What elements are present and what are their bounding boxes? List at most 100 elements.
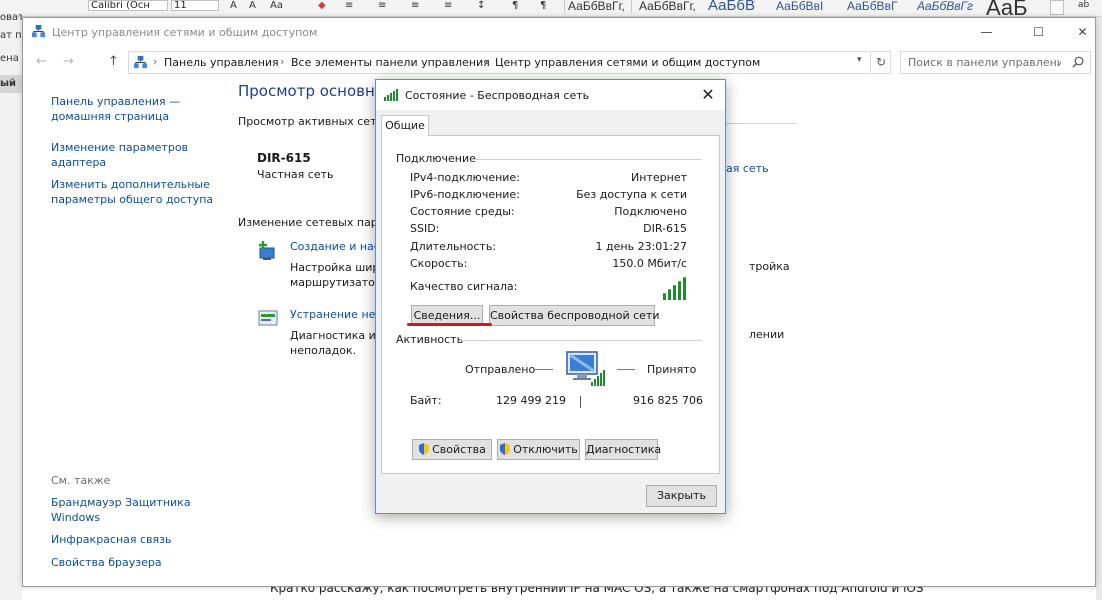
media-state-value: Подключено	[614, 205, 687, 218]
firewall-link[interactable]: Брандмауэр Защитника	[51, 495, 191, 510]
network-connection-link[interactable]: ая сеть	[726, 162, 769, 175]
wireless-properties-button[interactable]: Свойства беспроводной сети	[489, 305, 659, 326]
word-styles-more-icon[interactable]: ab	[1078, 0, 1089, 11]
forward-arrow-icon[interactable]: →	[63, 54, 74, 69]
page-title: Просмотр основных	[238, 82, 396, 100]
tab-general[interactable]: Общие	[381, 115, 429, 136]
see-also-label: См. также	[51, 474, 111, 487]
speed-label: Скорость:	[410, 257, 468, 270]
back-arrow-icon[interactable]: ←	[36, 54, 47, 69]
word-style-item[interactable]: АаБбВ	[708, 0, 766, 12]
word-font-name-box[interactable]: Calibri (Осн	[88, 0, 168, 11]
disable-button[interactable]: Отключить	[497, 439, 580, 460]
nav-adapter-link-line2[interactable]: адаптера	[51, 155, 221, 170]
word-style-item[interactable]: АаБ	[986, 0, 1042, 16]
ipv4-value: Интернет	[631, 171, 687, 184]
infrared-link[interactable]: Инфракрасная связь	[51, 532, 172, 547]
new-connection-description: Настройка широ маршрутизатор	[290, 260, 386, 290]
breadcrumb-chevron-icon[interactable]: ›	[280, 55, 284, 68]
media-state-label: Состояние среды:	[410, 205, 515, 218]
change-settings-heading: Изменение сетевых парам	[238, 216, 393, 229]
refresh-button[interactable]: ↻	[872, 51, 891, 74]
new-connection-description-right: тройка	[749, 260, 790, 273]
uac-shield-icon	[419, 443, 430, 455]
activity-separator	[580, 396, 581, 408]
nav-sharing-link[interactable]: Изменить дополнительные	[51, 177, 221, 192]
sent-dash	[533, 369, 553, 370]
bytes-received-value: 916 825 706	[633, 394, 703, 407]
task1-desc-line1: Настройка широ	[290, 261, 387, 274]
diagnostics-button[interactable]: Диагностика	[585, 439, 661, 460]
word-left-item[interactable]: овать	[0, 12, 22, 23]
word-sort-icon[interactable]: ↕	[477, 0, 485, 11]
properties-button[interactable]: Свойства	[412, 439, 492, 460]
breadcrumb-chevron-icon[interactable]: ›	[153, 55, 157, 68]
search-icon[interactable]	[1072, 56, 1084, 68]
address-bar[interactable]: › Панель управления › Все элементы панел…	[128, 51, 871, 74]
word-style-item[interactable]: АаБбВвГг,	[639, 0, 703, 12]
new-connection-link[interactable]: Создание и наст	[290, 240, 386, 253]
ipv4-label: IPv4-подключение:	[410, 171, 520, 184]
breadcrumb-control-panel[interactable]: Панель управления	[164, 56, 279, 69]
nav-adapter-link[interactable]: Изменение параметров	[51, 140, 221, 155]
word-font-size-box[interactable]: 11	[171, 0, 219, 11]
troubleshoot-description: Диагностика и и неполадок.	[290, 328, 386, 358]
word-grow-font-icon[interactable]: A	[230, 0, 237, 11]
up-arrow-icon[interactable]: ↑	[108, 54, 119, 69]
word-indent-icon[interactable]: ≡	[411, 0, 419, 11]
dialog-titlebar[interactable]: Состояние - Беспроводная сеть ✕	[376, 80, 725, 110]
word-style-item[interactable]: АаБбВвГ	[847, 0, 909, 12]
address-bar-row: ← → ↑ › Панель управления › Все элементы…	[23, 50, 1095, 75]
word-style-item[interactable]: АаБбВвГг,	[568, 0, 630, 12]
word-bullets-icon[interactable]: ≡	[345, 0, 353, 11]
word-marks-icon[interactable]: ¶	[512, 0, 518, 11]
firewall-link-line2[interactable]: Windows	[51, 510, 100, 525]
word-numbering-icon[interactable]: ≡	[378, 0, 386, 11]
task1-desc-line2: маршрутизатор	[290, 276, 382, 289]
word-left-item[interactable]: ена	[0, 53, 22, 64]
word-style-item[interactable]: АаБбВвГг	[917, 0, 979, 12]
nav-home-link[interactable]: Панель управления —	[51, 94, 221, 109]
maximize-button[interactable]: ☐	[1016, 18, 1061, 46]
signal-quality-label: Качество сигнала:	[410, 280, 518, 293]
tab-panel: Подключение IPv4-подключение: Интернет I…	[381, 135, 720, 474]
window-titlebar[interactable]: Центр управления сетями и общим доступом…	[23, 18, 1095, 46]
browser-properties-link[interactable]: Свойства браузера	[51, 555, 162, 570]
breadcrumb-all-items[interactable]: Все элементы панели управления	[291, 56, 490, 69]
word-left-panel: овать ат по ена ый	[0, 12, 22, 600]
new-connection-icon	[259, 241, 275, 260]
breadcrumb-chevron-icon[interactable]: ›	[484, 55, 488, 68]
minimize-button[interactable]: —	[964, 18, 1009, 46]
ipv6-value: Без доступа к сети	[576, 188, 687, 201]
word-scrollbar[interactable]	[1096, 17, 1102, 600]
nav-home-link-line2[interactable]: домашняя страница	[51, 109, 221, 124]
ssid-label: SSID:	[410, 222, 440, 235]
word-para-icon[interactable]: ¶	[540, 0, 546, 11]
speed-value: 150.0 Мбит/с	[612, 257, 687, 270]
nav-sharing-link-line2[interactable]: параметры общего доступа	[51, 192, 221, 207]
word-outdent-icon[interactable]: ≡	[444, 0, 452, 11]
ipv6-label: IPv6-подключение:	[410, 188, 520, 201]
close-button[interactable]: Закрыть	[646, 485, 717, 507]
chevron-down-icon[interactable]: ▾	[857, 55, 862, 65]
word-clear-format-icon[interactable]: ◆	[318, 0, 326, 11]
window-title: Центр управления сетями и общим доступом	[52, 26, 318, 39]
word-left-item[interactable]: ат по	[0, 30, 22, 41]
word-shrink-font-icon[interactable]: A	[249, 0, 256, 11]
bytes-sent-value: 129 499 219	[496, 394, 566, 407]
divider	[723, 123, 797, 124]
word-style-item[interactable]: АаБбВвІ	[776, 0, 836, 12]
dialog-close-icon[interactable]: ✕	[695, 82, 721, 108]
search-input[interactable]	[901, 52, 1061, 73]
left-nav: Панель управления — домашняя страница Из…	[51, 94, 221, 207]
close-window-button[interactable]: ✕	[1060, 18, 1102, 46]
signal-quality-icon	[663, 277, 691, 300]
word-styles-scroll-icon[interactable]	[1050, 0, 1064, 15]
search-box	[900, 51, 1091, 74]
breadcrumb-network-center[interactable]: Центр управления сетями и общим доступом	[495, 56, 760, 69]
divider	[460, 340, 702, 341]
word-left-item[interactable]: ый	[0, 75, 22, 93]
word-case-icon[interactable]: Aa	[270, 0, 283, 11]
sent-label: Отправлено	[465, 363, 536, 376]
task2-desc-line2: неполадок.	[290, 344, 357, 357]
